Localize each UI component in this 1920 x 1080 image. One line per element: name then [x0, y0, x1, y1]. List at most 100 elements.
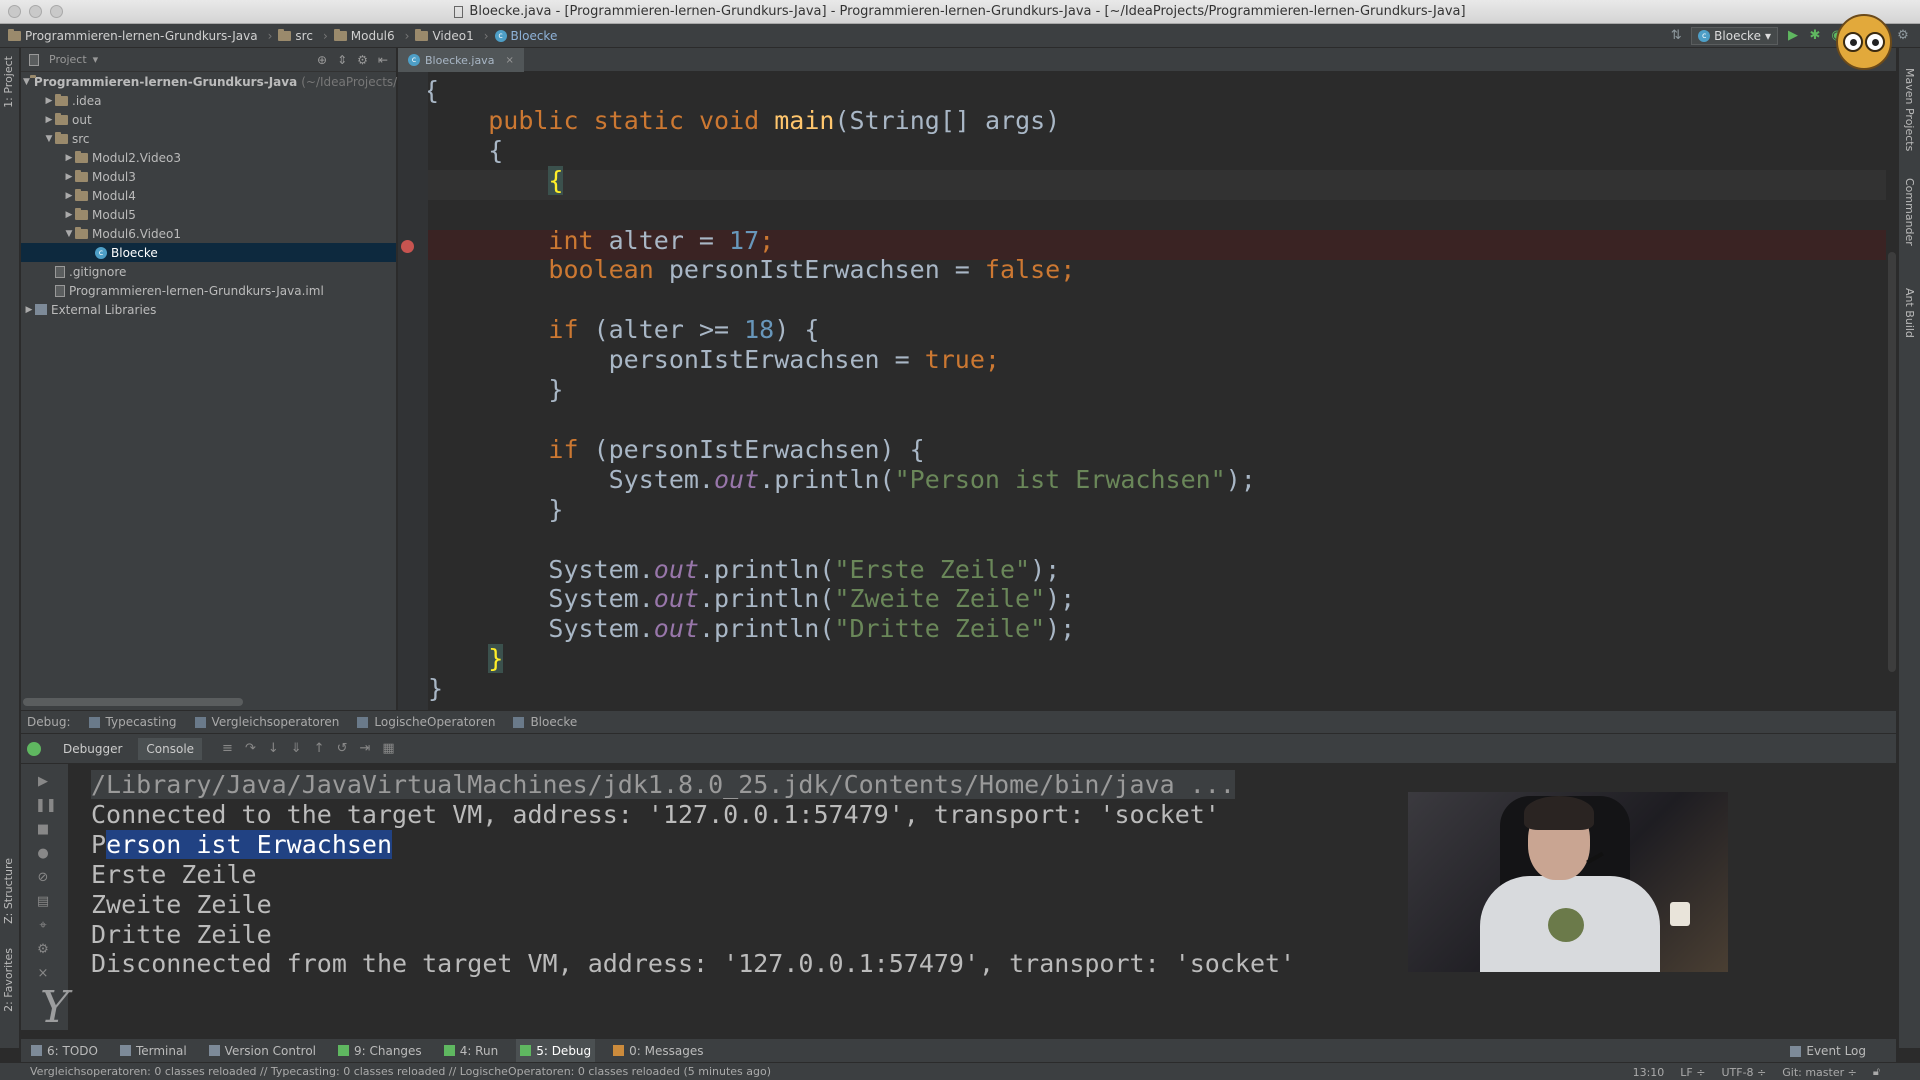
expand-arrow-icon[interactable]: ▶	[23, 305, 35, 315]
tool-run[interactable]: 4: Run	[440, 1039, 503, 1063]
tool-debug[interactable]: 5: Debug	[516, 1038, 596, 1063]
tree-item[interactable]: ▼ Modul6.Video1	[21, 224, 396, 243]
drop-frame-icon[interactable]: ↺	[337, 741, 348, 756]
tool-terminal[interactable]: Terminal	[116, 1039, 191, 1063]
show-execution-point-icon[interactable]: ≡	[222, 741, 233, 756]
scroll-from-source-icon[interactable]: ⊕	[317, 53, 327, 67]
force-step-into-icon[interactable]: ⇓	[291, 741, 302, 756]
debug-session-tab[interactable]: LogischeOperatoren	[357, 715, 495, 729]
settings-icon[interactable]: ⚙	[1896, 29, 1910, 43]
close-window-button[interactable]	[8, 5, 21, 18]
tree-item[interactable]: ▶ out	[21, 110, 396, 129]
run-configuration-select[interactable]: c Bloecke ▾	[1691, 27, 1778, 45]
tree-item[interactable]: ▶ Modul4	[21, 186, 396, 205]
tool-changes[interactable]: 9: Changes	[334, 1039, 426, 1063]
run-to-cursor-icon[interactable]: ⇥	[359, 741, 370, 756]
build-icon[interactable]: ⇅	[1669, 29, 1683, 43]
expand-arrow-icon[interactable]: ▼	[43, 134, 55, 144]
debug-session-tab[interactable]: Typecasting	[88, 715, 177, 729]
evaluate-expression-icon[interactable]: ▦	[382, 741, 394, 756]
webcam-overlay	[1408, 792, 1728, 972]
step-over-icon[interactable]: ↷	[245, 741, 256, 756]
hide-panel-icon[interactable]: ⇤	[378, 53, 388, 67]
pin-icon[interactable]: ⌖	[35, 918, 51, 934]
breadcrumb-bloecke[interactable]: c Bloecke	[493, 29, 564, 43]
file-encoding[interactable]: UTF-8 ÷	[1721, 1066, 1766, 1079]
git-branch[interactable]: Git: master ÷	[1782, 1066, 1857, 1079]
ant-build-tab[interactable]: Ant Build	[1903, 288, 1916, 338]
folder-icon	[55, 131, 68, 144]
step-into-icon[interactable]: ↓	[268, 741, 279, 756]
commander-tab[interactable]: Commander	[1903, 178, 1916, 246]
expand-arrow-icon[interactable]: ▶	[63, 210, 75, 220]
expand-arrow-icon[interactable]: ▼	[63, 229, 75, 239]
tree-item[interactable]: ▶ .idea	[21, 91, 396, 110]
scrollbar-thumb[interactable]	[1888, 252, 1896, 672]
breadcrumb-modul6[interactable]: Modul6	[332, 28, 401, 43]
structure-tool-tab[interactable]: Z: Structure	[2, 858, 15, 924]
gear-icon[interactable]: ⚙	[357, 53, 368, 67]
tab-debugger[interactable]: Debugger	[55, 738, 130, 760]
mute-breakpoints-icon[interactable]: ⊘	[35, 870, 51, 886]
tree-item[interactable]: ▶ Modul5	[21, 205, 396, 224]
expand-arrow-icon[interactable]: ▶	[63, 172, 75, 182]
tree-root[interactable]: ▼ Programmieren-lernen-Grundkurs-Java (~…	[21, 72, 397, 91]
bug-icon[interactable]: ✱	[1808, 29, 1822, 43]
tool-messages[interactable]: 0: Messages	[609, 1039, 707, 1063]
event-log-button[interactable]: Event Log	[1790, 1039, 1866, 1063]
expand-arrow-icon[interactable]: ▶	[63, 191, 75, 201]
project-tool-tab[interactable]: 1: Project	[2, 56, 15, 108]
tree-item[interactable]: Programmieren-lernen-Grundkurs-Java.iml	[21, 281, 396, 300]
terminal-icon	[119, 1045, 131, 1056]
view-breakpoints-icon[interactable]: ●	[35, 846, 51, 862]
window-controls[interactable]	[8, 5, 63, 18]
tree-item[interactable]: ▶ External Libraries	[21, 300, 396, 319]
close-icon[interactable]: ×	[35, 966, 51, 982]
tree-item[interactable]: c Bloecke	[21, 243, 396, 262]
breadcrumb-video1[interactable]: Video1	[413, 28, 479, 43]
tree-item[interactable]: ▶ Modul3	[21, 167, 396, 186]
tool-version-control[interactable]: Version Control	[205, 1039, 320, 1063]
editor-tab-bloecke[interactable]: c Bloecke.java ×	[398, 48, 524, 72]
expand-arrow-icon[interactable]: ▶	[43, 96, 55, 106]
tree-item[interactable]: .gitignore	[21, 262, 396, 281]
editor-gutter[interactable]	[398, 72, 428, 710]
tool-todo[interactable]: 6: TODO	[27, 1039, 102, 1063]
debug-session-tab[interactable]: Vergleichsoperatoren	[194, 715, 339, 729]
restore-layout-icon[interactable]: ▤	[35, 894, 51, 910]
caret-position[interactable]: 13:10	[1633, 1066, 1665, 1079]
expand-arrow-icon[interactable]: ▼	[23, 77, 30, 87]
project-view-selector[interactable]: Project	[49, 53, 87, 66]
step-out-icon[interactable]: ↑	[314, 741, 325, 756]
code-editor[interactable]: { public static void main(String[] args)…	[428, 72, 1896, 710]
tree-item[interactable]: ▼ src	[21, 129, 396, 148]
rerun-debug-icon[interactable]	[27, 741, 41, 756]
chevron-down-icon[interactable]: ▾	[93, 53, 99, 66]
horizontal-scrollbar[interactable]	[23, 698, 243, 706]
line-separator[interactable]: LF ÷	[1680, 1066, 1705, 1079]
breadcrumb-src[interactable]: src	[276, 28, 319, 43]
right-tool-strip: Maven Projects Commander Ant Build	[1898, 48, 1920, 1048]
favorites-tool-tab[interactable]: 2: Favorites	[2, 948, 15, 1012]
close-icon[interactable]: ×	[505, 55, 513, 66]
pause-icon[interactable]: ❚❚	[35, 798, 57, 814]
settings-icon[interactable]: ⚙	[35, 942, 51, 958]
breakpoint-icon[interactable]	[401, 240, 414, 253]
collapse-all-icon[interactable]: ⇕	[337, 53, 347, 67]
expand-arrow-icon[interactable]: ▶	[63, 153, 75, 163]
editor-vertical-scrollbar[interactable]	[1886, 72, 1896, 710]
tree-item-label: Modul2.Video3	[92, 150, 181, 165]
lock-icon[interactable]: 🔓︎	[1873, 1065, 1880, 1079]
breadcrumb-separator: ›	[322, 28, 328, 43]
minimize-window-button[interactable]	[29, 5, 42, 18]
debug-session-tab[interactable]: Bloecke	[513, 715, 577, 729]
stop-icon[interactable]: ■	[35, 822, 51, 838]
breadcrumb-project[interactable]: Programmieren-lernen-Grundkurs-Java	[6, 28, 264, 43]
tab-console[interactable]: Console	[138, 737, 203, 760]
zoom-window-button[interactable]	[50, 5, 63, 18]
play-icon[interactable]: ▶	[1786, 29, 1800, 43]
tree-item[interactable]: ▶ Modul2.Video3	[21, 148, 396, 167]
resume-icon[interactable]: ▶	[35, 774, 51, 790]
expand-arrow-icon[interactable]: ▶	[43, 115, 55, 125]
maven-projects-tab[interactable]: Maven Projects	[1903, 68, 1916, 151]
